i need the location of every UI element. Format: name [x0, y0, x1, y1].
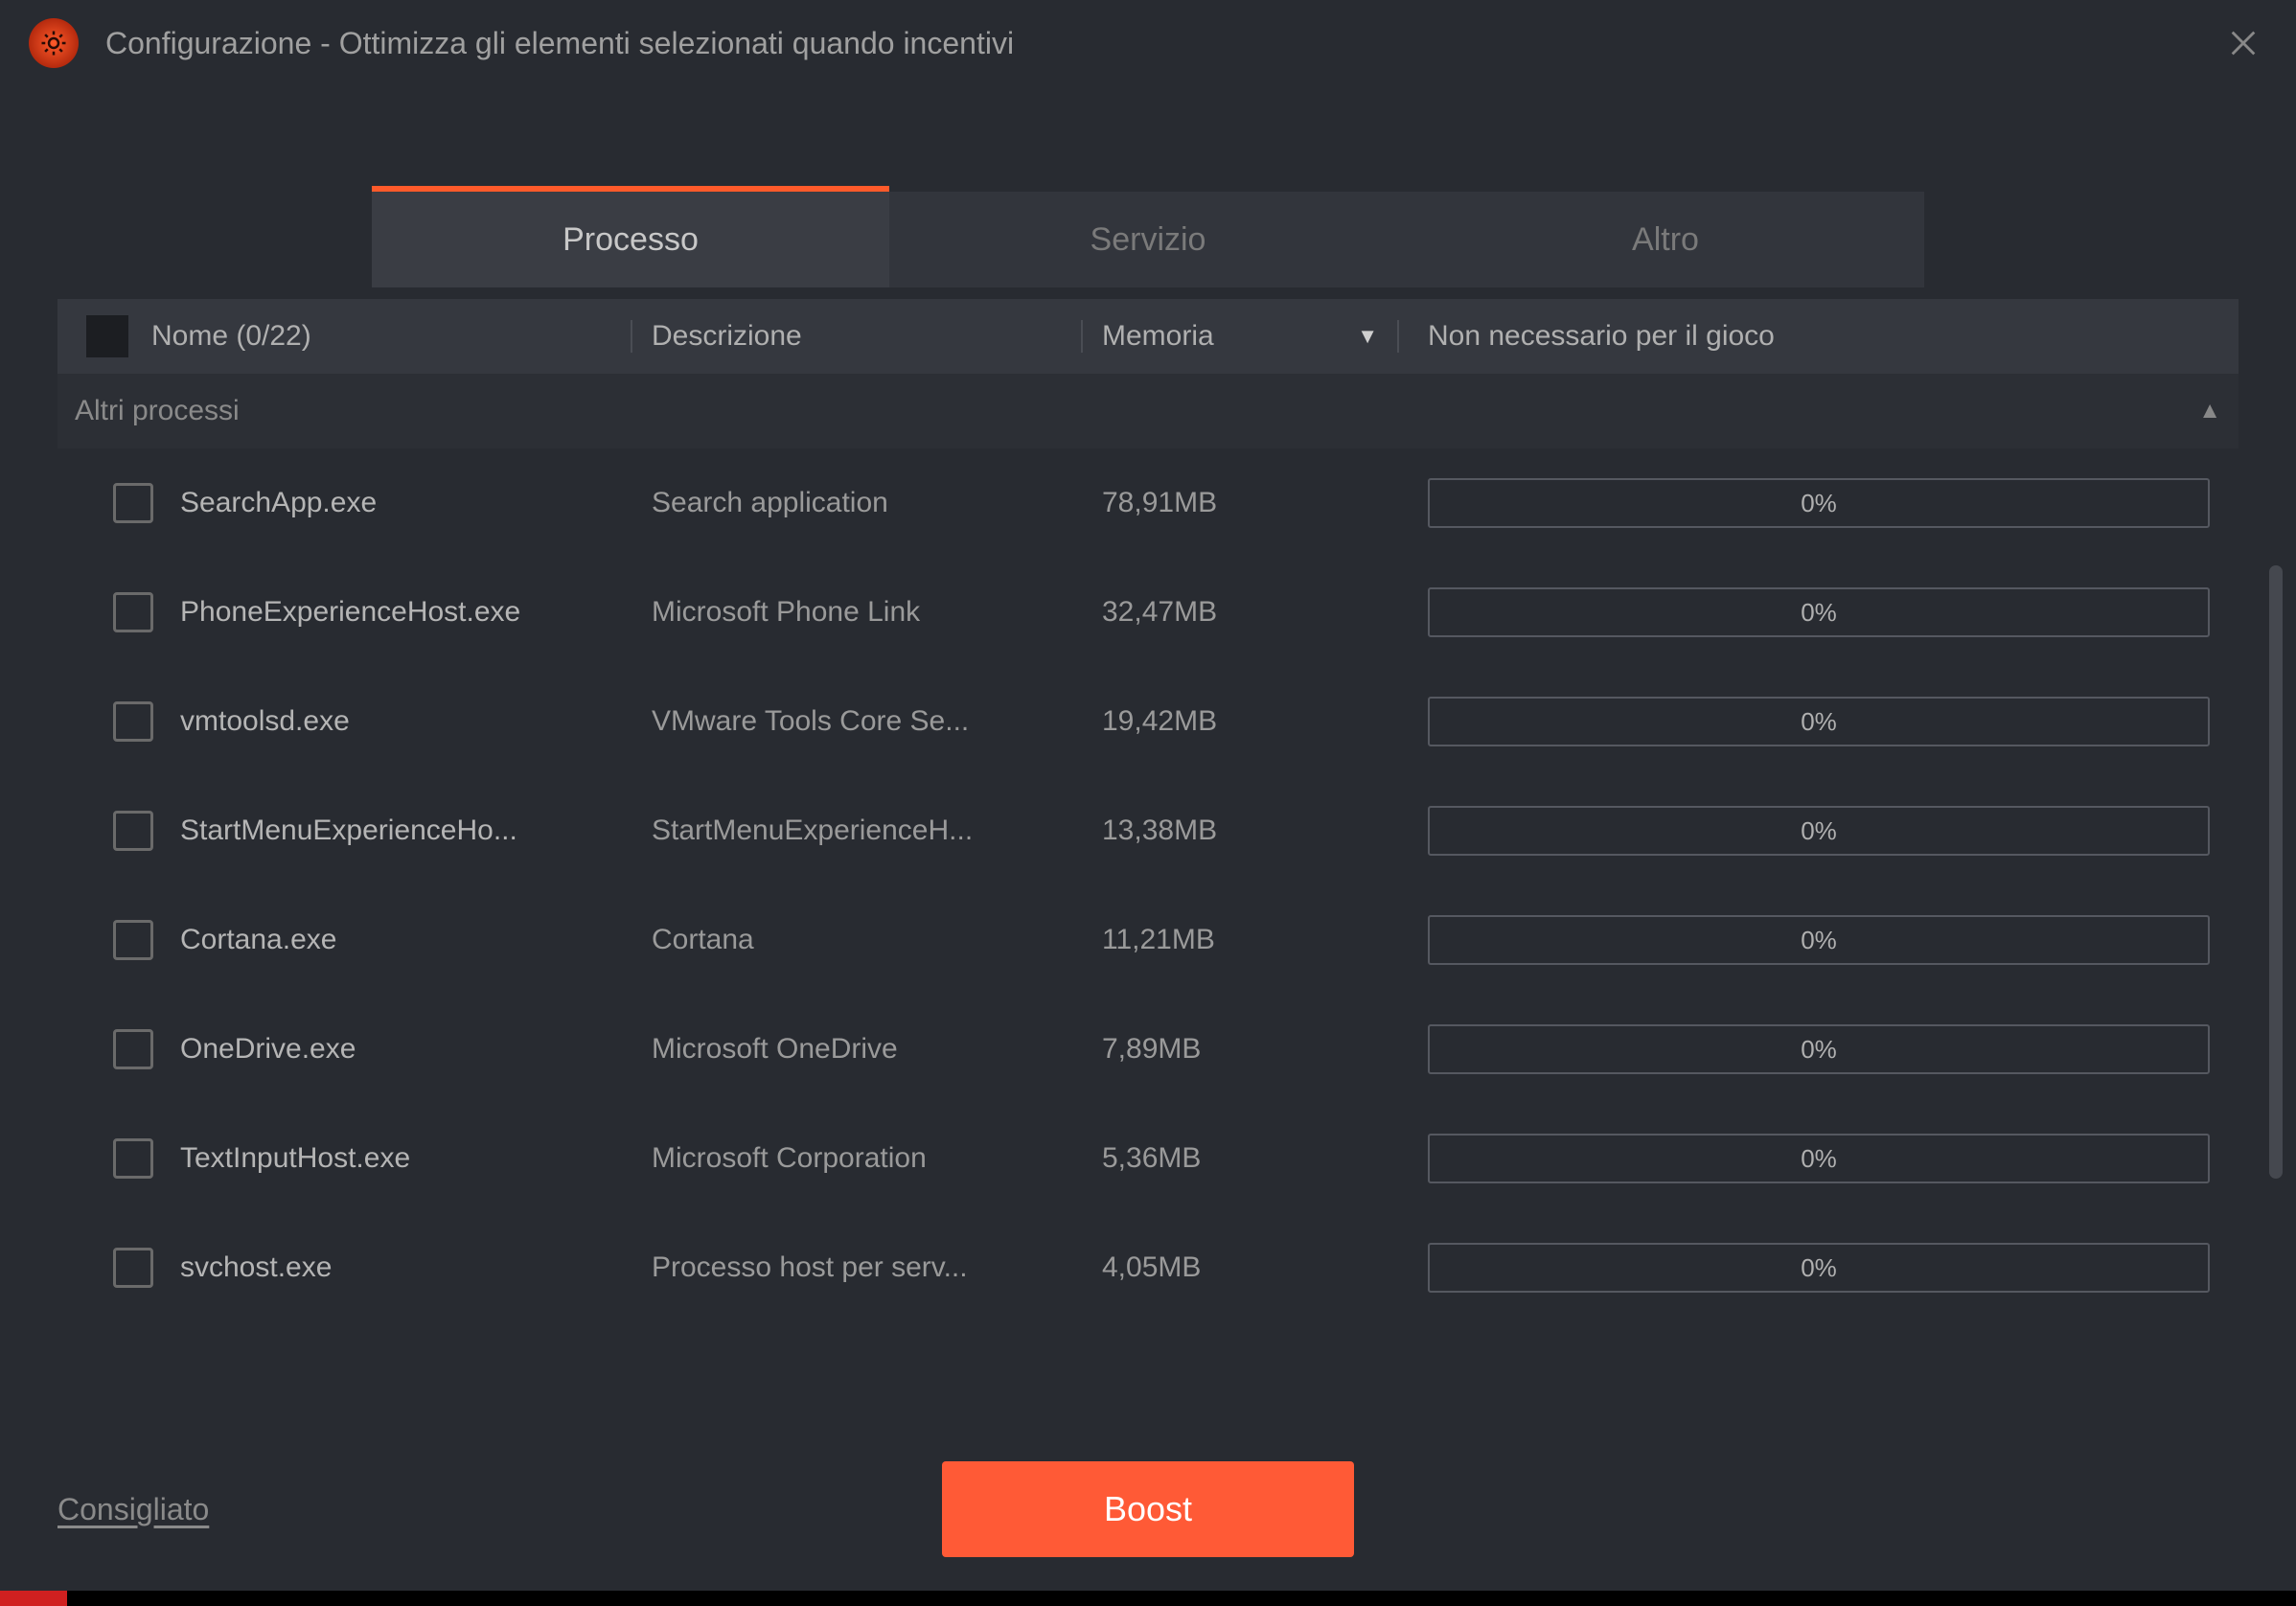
close-button[interactable] — [2219, 19, 2267, 67]
row-checkbox[interactable] — [113, 592, 153, 632]
tab-servizio[interactable]: Servizio — [889, 192, 1407, 287]
process-memory: 4,05MB — [1083, 1251, 1399, 1284]
process-description: Microsoft OneDrive — [632, 1033, 1083, 1066]
process-description: Processo host per serv... — [632, 1251, 1083, 1284]
process-name: vmtoolsd.exe — [180, 705, 632, 738]
process-description: Search application — [632, 487, 1083, 519]
select-all-checkbox[interactable] — [86, 315, 128, 357]
column-headers: Nome (0/22) Descrizione Memoria ▼ Non ne… — [57, 299, 2239, 374]
process-memory: 19,42MB — [1083, 705, 1399, 738]
process-name: PhoneExperienceHost.exe — [180, 596, 632, 629]
usage-bar: 0% — [1428, 1024, 2210, 1074]
row-checkbox[interactable] — [113, 811, 153, 851]
window-title: Configurazione - Ottimizza gli elementi … — [105, 26, 2219, 61]
row-checkbox[interactable] — [113, 1248, 153, 1288]
process-description: VMware Tools Core Se... — [632, 705, 1083, 738]
process-memory: 32,47MB — [1083, 596, 1399, 629]
process-name: Cortana.exe — [180, 924, 632, 956]
sort-desc-icon: ▼ — [1357, 324, 1378, 349]
process-name: svchost.exe — [180, 1251, 632, 1284]
not-needed-cell: 0% — [1399, 806, 2210, 856]
process-memory: 5,36MB — [1083, 1142, 1399, 1175]
process-memory: 78,91MB — [1083, 487, 1399, 519]
process-memory: 7,89MB — [1083, 1033, 1399, 1066]
process-table: Nome (0/22) Descrizione Memoria ▼ Non ne… — [57, 299, 2239, 1322]
table-row[interactable]: vmtoolsd.exeVMware Tools Core Se...19,42… — [57, 667, 2239, 776]
not-needed-cell: 0% — [1399, 1243, 2210, 1293]
table-row[interactable]: OneDrive.exeMicrosoft OneDrive7,89MB 0% — [57, 995, 2239, 1104]
process-name: OneDrive.exe — [180, 1033, 632, 1066]
col-memory-label: Memoria — [1102, 320, 1214, 353]
not-needed-cell: 0% — [1399, 1024, 2210, 1074]
row-checkbox[interactable] — [113, 701, 153, 742]
group-other-processes[interactable]: Altri processi ▲ — [57, 374, 2239, 448]
process-memory: 13,38MB — [1083, 814, 1399, 847]
table-row[interactable]: StartMenuExperienceHo...StartMenuExperie… — [57, 776, 2239, 885]
not-needed-cell: 0% — [1399, 587, 2210, 637]
tab-processo[interactable]: Processo — [372, 192, 889, 287]
usage-bar: 0% — [1428, 478, 2210, 528]
group-label: Altri processi — [75, 395, 240, 427]
titlebar: Configurazione - Ottimizza gli elementi … — [0, 0, 2296, 86]
config-dialog: Configurazione - Ottimizza gli elementi … — [0, 0, 2296, 1591]
not-needed-cell: 0% — [1399, 478, 2210, 528]
usage-bar: 0% — [1428, 1243, 2210, 1293]
table-row[interactable]: TextInputHost.exeMicrosoft Corporation5,… — [57, 1104, 2239, 1213]
process-name: SearchApp.exe — [180, 487, 632, 519]
row-checkbox[interactable] — [113, 1138, 153, 1179]
process-name: StartMenuExperienceHo... — [180, 814, 632, 847]
col-memory[interactable]: Memoria ▼ — [1081, 320, 1397, 353]
process-name: TextInputHost.exe — [180, 1142, 632, 1175]
dialog-footer: Consigliato Boost — [0, 1428, 2296, 1591]
not-needed-cell: 0% — [1399, 697, 2210, 746]
progress-strip — [0, 1591, 67, 1606]
row-checkbox[interactable] — [113, 483, 153, 523]
row-checkbox[interactable] — [113, 1029, 153, 1069]
process-description: Microsoft Corporation — [632, 1142, 1083, 1175]
row-checkbox[interactable] — [113, 920, 153, 960]
boost-button[interactable]: Boost — [942, 1461, 1354, 1557]
app-logo-icon — [29, 18, 79, 68]
vertical-scrollbar[interactable] — [2269, 565, 2283, 1179]
process-description: StartMenuExperienceH... — [632, 814, 1083, 847]
collapse-icon: ▲ — [2198, 398, 2221, 424]
process-description: Microsoft Phone Link — [632, 596, 1083, 629]
col-description[interactable]: Descrizione — [631, 320, 1081, 353]
col-name[interactable]: Nome (0/22) — [151, 320, 631, 353]
usage-bar: 0% — [1428, 697, 2210, 746]
table-row[interactable]: svchost.exeProcesso host per serv...4,05… — [57, 1213, 2239, 1322]
col-not-needed[interactable]: Non necessario per il gioco — [1397, 320, 2210, 353]
table-row[interactable]: SearchApp.exeSearch application78,91MB 0% — [57, 448, 2239, 558]
tab-altro[interactable]: Altro — [1407, 192, 1924, 287]
process-memory: 11,21MB — [1083, 924, 1399, 956]
usage-bar: 0% — [1428, 915, 2210, 965]
usage-bar: 0% — [1428, 806, 2210, 856]
usage-bar: 0% — [1428, 1134, 2210, 1183]
table-row[interactable]: Cortana.exeCortana11,21MB 0% — [57, 885, 2239, 995]
table-row[interactable]: PhoneExperienceHost.exeMicrosoft Phone L… — [57, 558, 2239, 667]
tabs: Processo Servizio Altro — [0, 192, 2296, 287]
recommended-link[interactable]: Consigliato — [57, 1492, 209, 1527]
not-needed-cell: 0% — [1399, 1134, 2210, 1183]
not-needed-cell: 0% — [1399, 915, 2210, 965]
process-description: Cortana — [632, 924, 1083, 956]
usage-bar: 0% — [1428, 587, 2210, 637]
